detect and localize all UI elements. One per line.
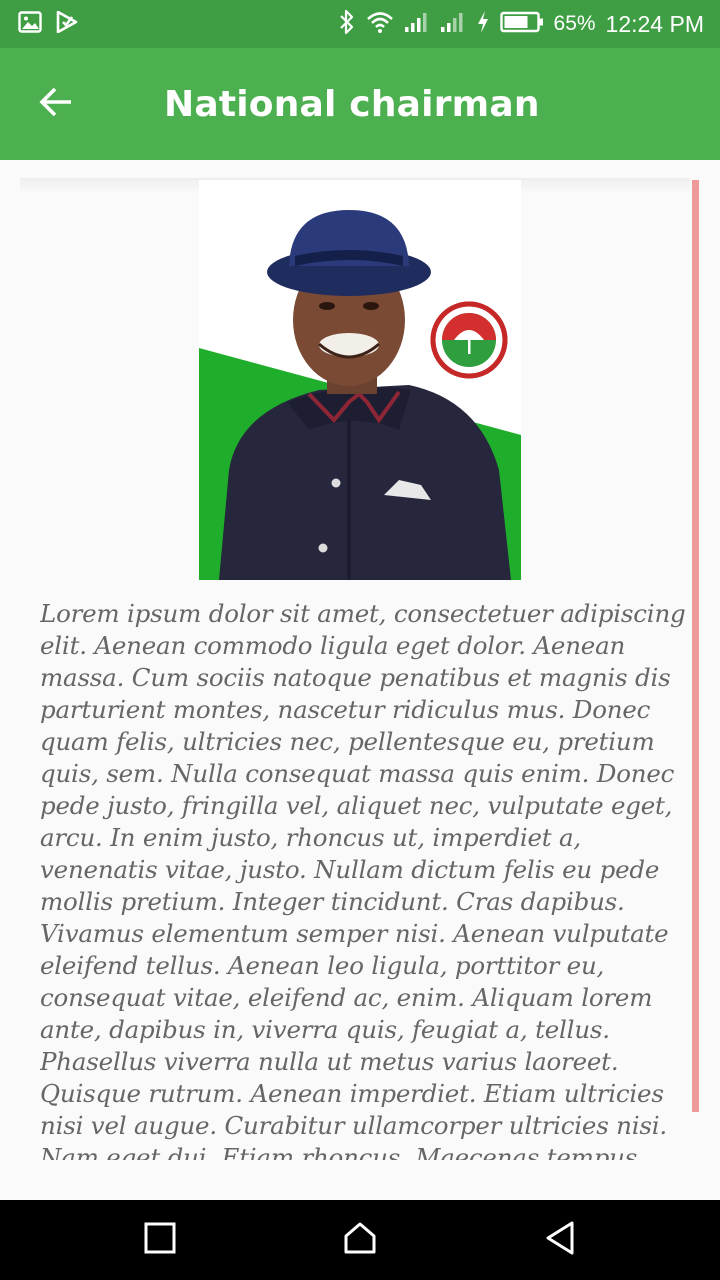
page-title: National chairman bbox=[164, 83, 540, 125]
play-store-icon bbox=[56, 10, 78, 37]
wifi-icon bbox=[366, 10, 394, 38]
clock-time: 12:24 PM bbox=[605, 10, 704, 37]
back-button[interactable] bbox=[20, 68, 92, 140]
back-triangle-icon bbox=[544, 1220, 576, 1260]
status-left bbox=[18, 10, 78, 37]
battery-icon bbox=[499, 10, 544, 38]
status-bar: 65% 12:24 PM bbox=[0, 0, 720, 48]
back-nav-button[interactable] bbox=[534, 1214, 586, 1266]
app-bar: National chairman bbox=[0, 48, 720, 160]
scroll-indicator bbox=[692, 180, 699, 1112]
status-right: 65% 12:24 PM bbox=[338, 9, 704, 39]
signal-icon bbox=[404, 11, 430, 37]
signal-icon bbox=[440, 11, 466, 37]
party-logo bbox=[430, 301, 508, 379]
gallery-icon bbox=[18, 11, 42, 37]
bluetooth-icon bbox=[338, 9, 356, 39]
battery-percent: 65% bbox=[553, 12, 596, 35]
arrow-left-icon bbox=[38, 86, 74, 122]
system-nav-bar bbox=[0, 1200, 720, 1280]
content-scroll-view[interactable]: Lorem ipsum dolor sit amet, consectetuer… bbox=[0, 160, 720, 1200]
charging-icon bbox=[476, 10, 490, 38]
chairman-portrait-image bbox=[199, 180, 521, 580]
recents-square-icon bbox=[144, 1222, 176, 1258]
article-body-text: Lorem ipsum dolor sit amet, consectetuer… bbox=[40, 599, 686, 1160]
recents-button[interactable] bbox=[134, 1214, 186, 1266]
home-button[interactable] bbox=[334, 1214, 386, 1266]
home-icon bbox=[343, 1221, 377, 1259]
